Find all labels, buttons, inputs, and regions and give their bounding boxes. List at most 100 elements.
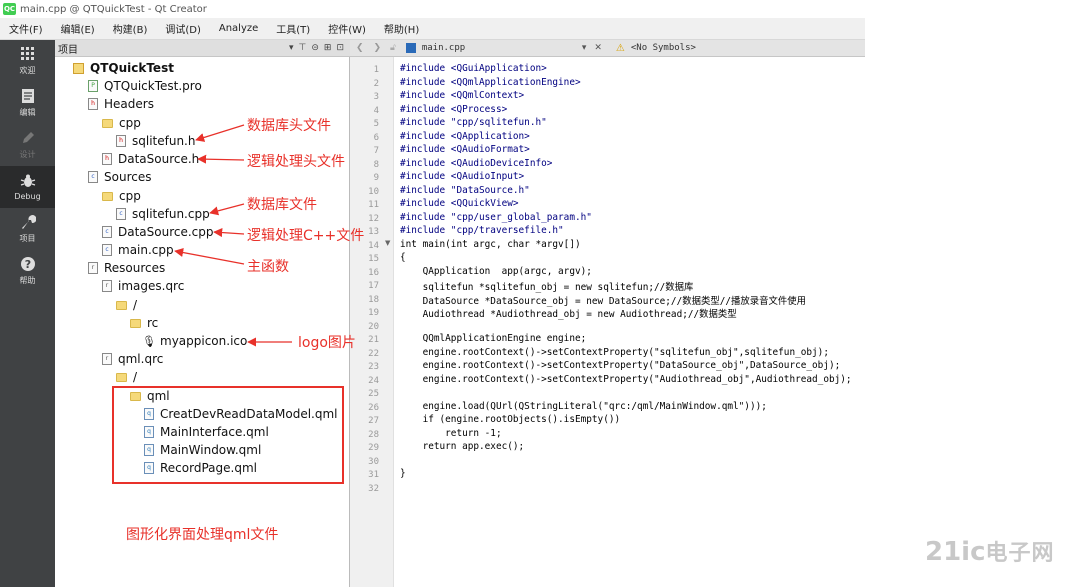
code-line: int main(int argc, char *argv[]) (400, 238, 581, 250)
svg-text:?: ? (24, 258, 30, 271)
line-number: 22 (368, 348, 379, 359)
menu-help[interactable]: 帮助(H) (375, 21, 428, 36)
warning-icon: ⚠ (615, 42, 625, 54)
tree-item-file[interactable]: r images.qrc (102, 277, 184, 295)
chevron-down-icon[interactable]: ▾ (582, 43, 587, 53)
tree-label: images.qrc (118, 279, 185, 293)
close-icon[interactable]: ✕ (594, 43, 602, 53)
tree-item-folder[interactable]: / (116, 368, 137, 386)
line-number: 29 (368, 443, 379, 453)
annotation-logo: logo图片 (298, 335, 356, 351)
menu-tools[interactable]: 工具(T) (267, 21, 319, 36)
line-number: 23 (368, 362, 379, 372)
mode-projects[interactable]: 项目 (0, 208, 55, 250)
mode-design[interactable]: 设计 (0, 124, 55, 166)
tree-item-file[interactable]: c DataSource.cpp (102, 223, 214, 241)
fold-marker-icon[interactable]: ▼ (385, 239, 390, 247)
mode-label: 设计 (19, 150, 36, 159)
editor-filename[interactable]: main.cpp (422, 43, 582, 53)
tree-item-file[interactable]: r qml.qrc (102, 350, 163, 368)
line-number: 7 (373, 146, 379, 156)
tree-item-resources[interactable]: r Resources (88, 259, 165, 277)
menu-edit[interactable]: 编辑(E) (52, 21, 104, 36)
chevron-down-icon[interactable]: ▾ (289, 43, 294, 53)
editor-nav: ❮ ❯ (350, 43, 390, 53)
tree-label: DataSource.cpp (118, 225, 214, 239)
line-number: 12 (368, 213, 379, 224)
annotation-db-header: 数据库头文件 (247, 118, 331, 134)
code-line: DataSource *DataSource_obj = new DataSou… (400, 295, 807, 307)
code-line: #include "cpp/sqlitefun.h" (400, 117, 547, 128)
menu-controls[interactable]: 控件(W) (319, 21, 375, 36)
line-number: 10 (368, 186, 379, 197)
source-file-icon: c (116, 208, 126, 220)
link-icon[interactable]: ⊝ (311, 43, 319, 53)
filter-icon[interactable]: ⊤ (299, 43, 307, 53)
tree-item-folder[interactable]: / (116, 296, 137, 314)
tree-item-sources[interactable]: c Sources (88, 168, 151, 186)
title-bar: QC main.cpp @ QTQuickTest - Qt Creator (0, 0, 865, 18)
code-line: return -1; (400, 427, 502, 439)
mode-welcome[interactable]: 欢迎 (0, 40, 55, 82)
project-panel-header: 项目 ▾ ⊤ ⊝ ⊞ ⊡ (55, 40, 350, 57)
line-number: 25 (368, 389, 379, 399)
tree-item-pro-file[interactable]: P QTQuickTest.pro (88, 77, 202, 95)
window-title: main.cpp @ QTQuickTest - Qt Creator (20, 3, 207, 15)
forward-arrow-icon[interactable]: ❯ (374, 43, 382, 53)
code-line: engine.rootContext()->setContextProperty… (400, 373, 852, 385)
tree-label: qml.qrc (118, 352, 164, 366)
menu-file[interactable]: 文件(F) (0, 21, 52, 36)
folder-icon (102, 118, 113, 128)
tree-item-folder[interactable]: cpp (102, 187, 141, 205)
annotation-main: 主函数 (247, 259, 289, 275)
mode-debug[interactable]: Debug (0, 166, 55, 208)
annotation-logic-source: 逻辑处理C++文件 (247, 228, 365, 244)
tree-item-project[interactable]: QTQuickTest (73, 59, 174, 77)
line-number: 17 (368, 281, 379, 291)
tree-item-folder[interactable]: rc (130, 314, 158, 332)
code-editor[interactable]: #include <QGuiApplication> #include <QQml… (394, 57, 865, 587)
qt-creator-logo-icon: QC (3, 3, 16, 15)
line-number: 31 (368, 470, 379, 480)
menu-analyze[interactable]: Analyze (210, 23, 267, 34)
tree-item-file[interactable]: h DataSource.h (102, 150, 199, 168)
tree-item-file[interactable]: 🎙 myappicon.ico (142, 332, 247, 350)
close-panel-icon[interactable]: ⊡ (336, 43, 344, 53)
tree-label: QTQuickTest.pro (104, 79, 202, 93)
watermark: 21ic电子网 (925, 535, 1055, 567)
grid-icon (20, 47, 34, 60)
split-icon[interactable]: ⊞ (324, 43, 332, 53)
source-file-icon: c (88, 171, 98, 183)
tree-item-file[interactable]: h sqlitefun.h (116, 132, 195, 150)
resource-file-icon: r (88, 262, 98, 274)
tree-item-headers[interactable]: h Headers (88, 95, 154, 113)
menu-build[interactable]: 构建(B) (104, 21, 157, 36)
mode-edit[interactable]: 编辑 (0, 82, 55, 124)
tree-label: main.cpp (118, 243, 174, 257)
code-line: #include <QProcess> (400, 103, 508, 115)
panel-title[interactable]: 项目 (58, 41, 78, 56)
watermark-cn: 电子网 (985, 541, 1055, 566)
wrench-icon (21, 215, 36, 229)
editor-toolbar: ❮ ❯ 🔓︎ main.cpp ▾ ✕ ⚠ <No Symbols> (350, 40, 865, 57)
line-number: 5 (373, 119, 379, 129)
folder-icon (130, 318, 141, 328)
mode-help[interactable]: ? 帮助 (0, 250, 55, 292)
code-line: #include <QAudioFormat> (400, 144, 530, 155)
folder-icon (102, 191, 113, 201)
cpp-file-icon (405, 43, 416, 53)
mode-label: 欢迎 (19, 66, 36, 75)
symbols-dropdown[interactable]: <No Symbols> (631, 43, 696, 53)
code-line: #include "DataSource.h" (400, 184, 530, 196)
tree-label: Headers (104, 97, 154, 111)
tree-item-file[interactable]: c sqlitefun.cpp (116, 205, 210, 223)
tree-item-folder[interactable]: cpp (102, 114, 141, 132)
back-arrow-icon[interactable]: ❮ (356, 43, 364, 53)
line-number: 24 (368, 375, 379, 386)
code-line: QApplication app(argc, argv); (400, 265, 592, 277)
tree-label: rc (147, 316, 159, 330)
document-icon (21, 89, 34, 103)
menu-debug[interactable]: 调试(D) (156, 21, 210, 36)
annotation-logic-header: 逻辑处理头文件 (247, 154, 345, 170)
tree-item-file[interactable]: c main.cpp (102, 241, 174, 259)
